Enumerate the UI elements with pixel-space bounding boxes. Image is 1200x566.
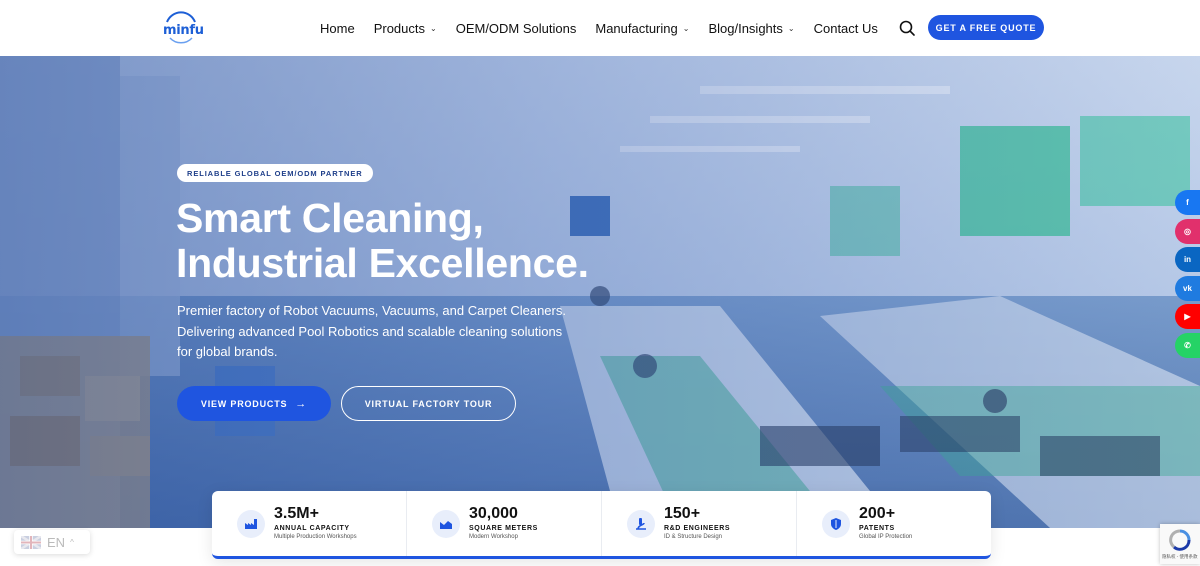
arrow-right-icon: → [295, 397, 308, 410]
factory-icon [237, 510, 265, 538]
site-header: minfu Home Products ⌄ OEM/ODM Solutions M… [0, 0, 1200, 56]
nav-blog-label: Blog/Insights [708, 20, 783, 36]
stat-item: 150+ R&D ENGINEERS ID & Structure Design [602, 491, 797, 556]
chevron-up-icon: ^ [70, 537, 74, 547]
chevron-down-icon: ⌄ [430, 23, 437, 33]
hero-badge: RELIABLE GLOBAL OEM/ODM PARTNER [177, 164, 373, 182]
nav-contact-label: Contact Us [813, 20, 878, 36]
nav-blog[interactable]: Blog/Insights ⌄ [708, 21, 794, 36]
uk-flag-icon [21, 535, 41, 549]
language-switcher[interactable]: EN ^ [14, 530, 90, 554]
nav-home-label: Home [320, 20, 355, 36]
stat-item: 30,000 SQUARE METERS Modern Workshop [407, 491, 602, 556]
language-code: EN [47, 534, 66, 550]
microscope-icon [627, 510, 655, 538]
stat-value: 30,000 [469, 505, 518, 522]
nav-oem-odm[interactable]: OEM/ODM Solutions [456, 21, 577, 36]
recaptcha-text: 隐私权 - 使用条款 [1162, 554, 1198, 559]
stat-subtext: ID & Structure Design [664, 534, 723, 540]
virtual-tour-button[interactable]: VIRTUAL FACTORY TOUR [341, 386, 516, 421]
main-nav: Home Products ⌄ OEM/ODM Solutions Manufac… [320, 0, 897, 56]
social-rail: f ◎ in vk ▶ ✆ [1175, 190, 1200, 361]
hero-desc-line1: Premier factory of Robot Vacuums, Vacuum… [177, 303, 566, 318]
stat-label: SQUARE METERS [469, 525, 538, 532]
chart-area-icon [432, 510, 460, 538]
logo-text: minfu [163, 23, 204, 38]
hero-title-line1: Smart Cleaning, [176, 195, 484, 241]
stat-item: 3.5M+ ANNUAL CAPACITY Multiple Productio… [212, 491, 407, 556]
stat-label: ANNUAL CAPACITY [274, 525, 350, 532]
get-quote-button[interactable]: GET A FREE QUOTE [928, 15, 1044, 40]
view-products-button[interactable]: VIEW PRODUCTS → [177, 386, 331, 421]
instagram-icon[interactable]: ◎ [1175, 218, 1200, 244]
nav-manufacturing[interactable]: Manufacturing ⌄ [595, 21, 689, 36]
hero-overlay [0, 56, 1200, 528]
stat-label: PATENTS [859, 525, 895, 532]
stat-subtext: Global IP Protection [859, 534, 913, 540]
logo[interactable]: minfu [162, 10, 204, 46]
search-button[interactable] [898, 19, 916, 37]
chevron-down-icon: ⌄ [682, 23, 690, 33]
facebook-icon[interactable]: f [1175, 190, 1200, 215]
shield-icon [822, 510, 850, 538]
hero-title: Smart Cleaning, Industrial Excellence. [176, 196, 696, 286]
hero-desc-line2: Delivering advanced Pool Robotics and sc… [177, 323, 563, 339]
nav-oem-odm-label: OEM/ODM Solutions [455, 20, 577, 36]
hero-title-line2: Industrial Excellence. [176, 240, 589, 286]
whatsapp-icon[interactable]: ✆ [1175, 332, 1200, 358]
stat-label: R&D ENGINEERS [664, 525, 731, 532]
search-icon [899, 20, 915, 36]
nav-products-label: Products [373, 20, 425, 36]
stat-subtext: Modern Workshop [469, 534, 518, 540]
recaptcha-badge[interactable]: 隐私权 - 使用条款 [1160, 524, 1200, 564]
nav-products[interactable]: Products ⌄ [374, 21, 437, 36]
stat-subtext: Multiple Production Workshops [274, 534, 357, 540]
hero-desc-line3: for global brands. [177, 344, 278, 359]
chevron-down-icon: ⌄ [787, 23, 795, 33]
stat-value: 150+ [664, 505, 701, 522]
nav-home[interactable]: Home [320, 21, 355, 36]
stat-item: 200+ PATENTS Global IP Protection [797, 491, 991, 556]
nav-contact[interactable]: Contact Us [814, 21, 878, 36]
stat-value: 200+ [859, 505, 896, 522]
nav-manufacturing-label: Manufacturing [595, 20, 678, 36]
vk-icon[interactable]: vk [1175, 275, 1200, 301]
stat-value: 3.5M+ [274, 505, 319, 522]
youtube-icon[interactable]: ▶ [1175, 304, 1200, 329]
recaptcha-icon [1169, 529, 1191, 551]
view-products-label: VIEW PRODUCTS [200, 398, 288, 409]
hero-section: RELIABLE GLOBAL OEM/ODM PARTNER Smart Cl… [0, 56, 1200, 528]
stats-bar: 3.5M+ ANNUAL CAPACITY Multiple Productio… [212, 491, 991, 559]
linkedin-icon[interactable]: in [1175, 247, 1200, 272]
hero-description: Premier factory of Robot Vacuums, Vacuum… [177, 301, 577, 363]
